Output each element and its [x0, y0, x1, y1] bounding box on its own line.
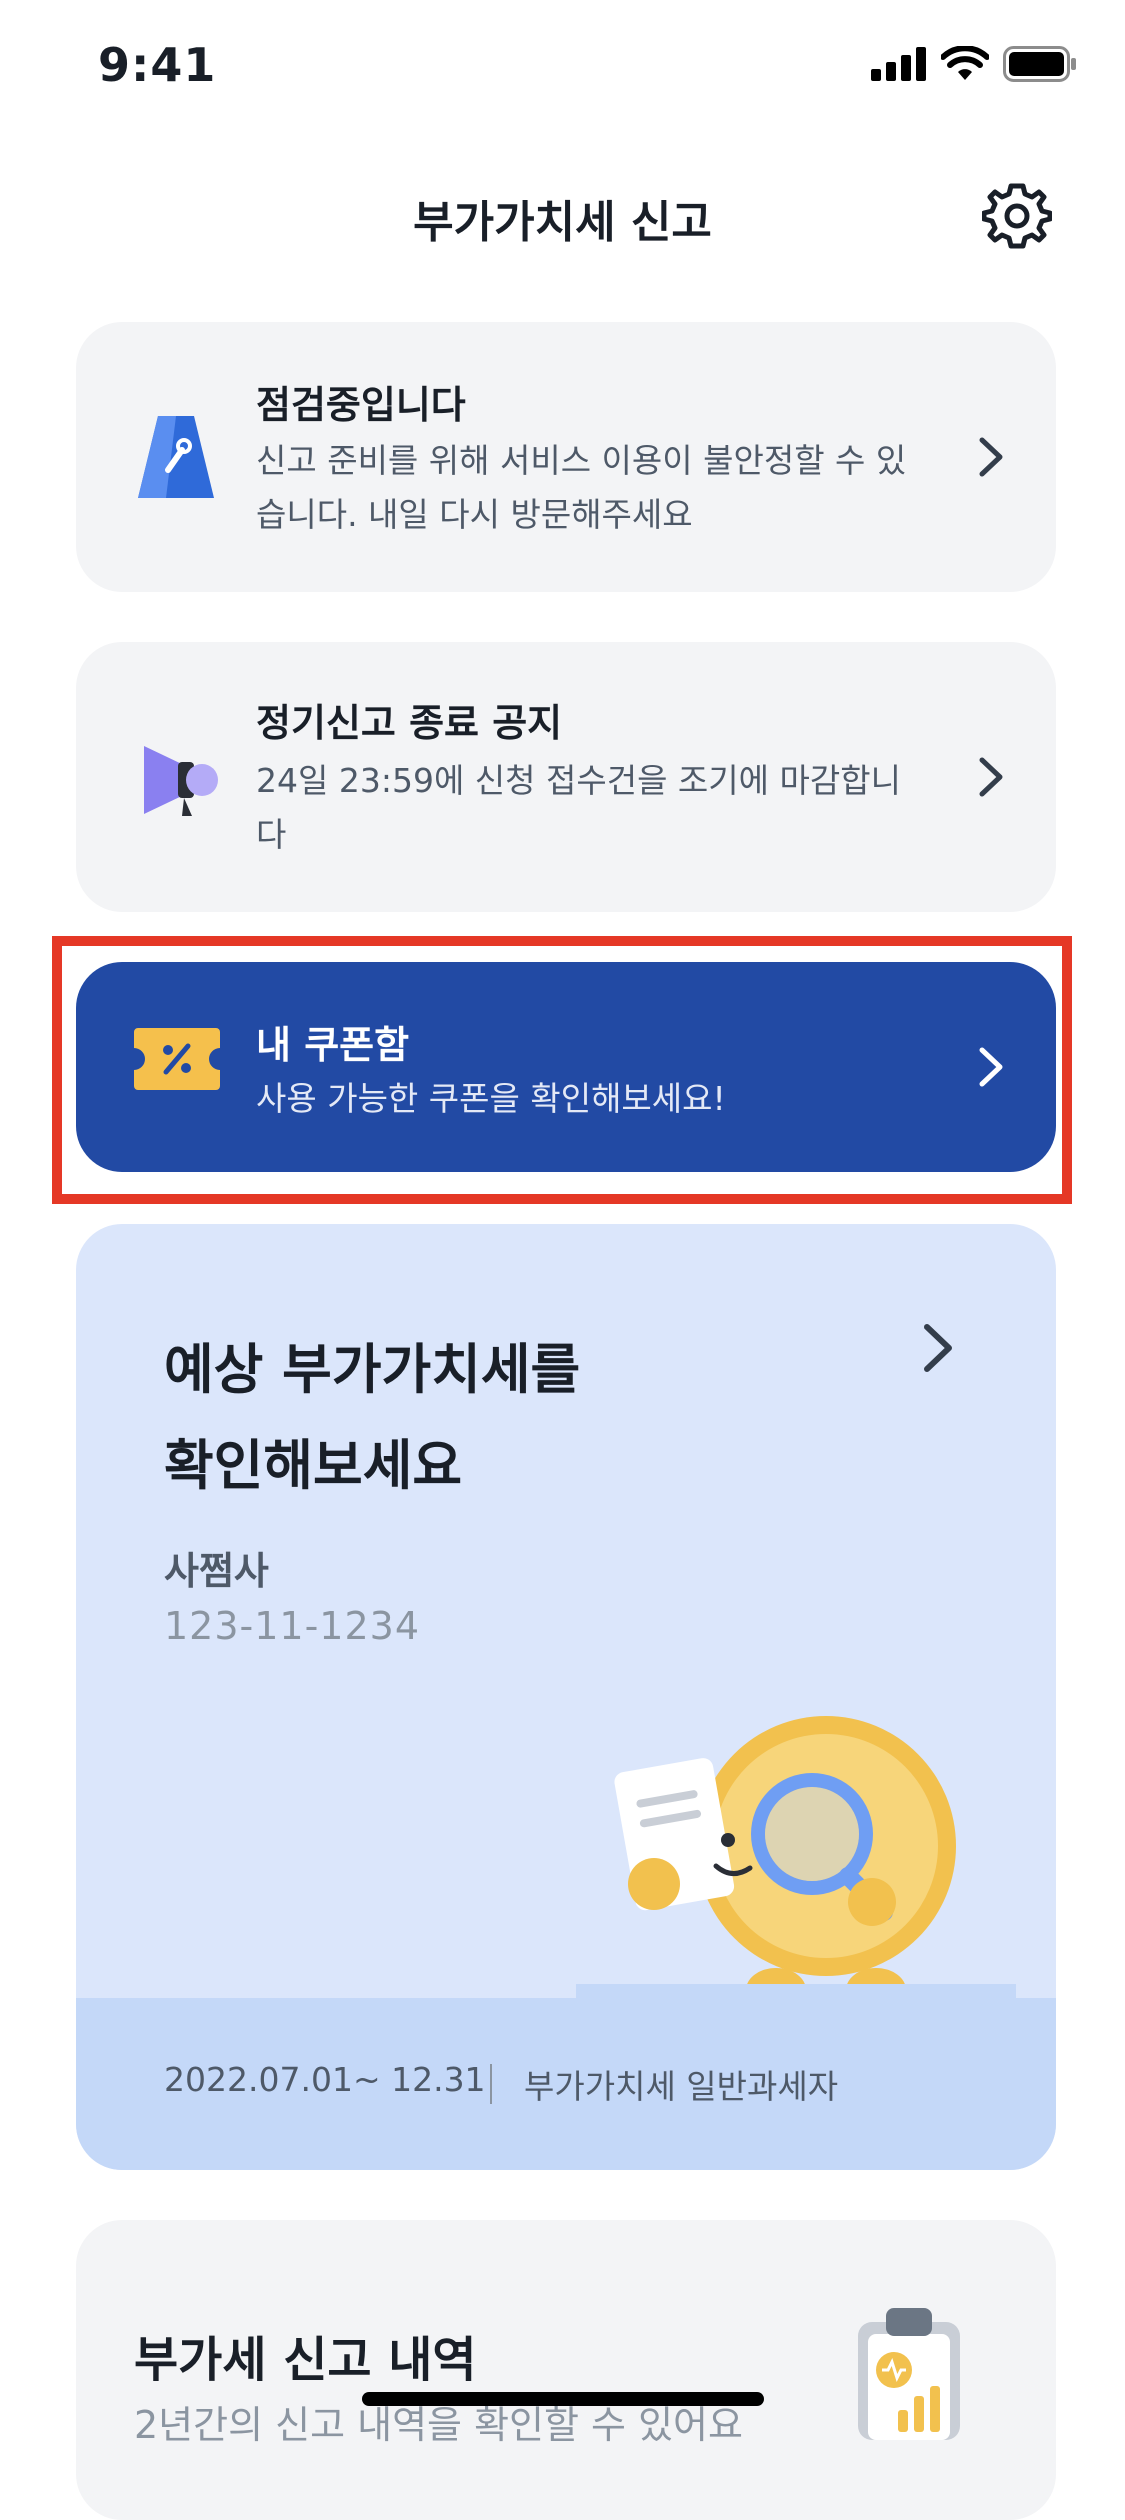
coupon-title: 내 쿠폰함 [256, 1023, 410, 1067]
notice-title: 정기신고 종료 공지 [256, 701, 563, 745]
coupon-ticket-icon [130, 1024, 224, 1098]
maintenance-card[interactable]: 점검중입니다 신고 준비를 위해 서비스 이용이 불안정할 수 있 습니다. 내… [76, 322, 1056, 592]
status-time: 9:41 [98, 38, 217, 92]
estimate-footer: 2022.07.01~ 12.31 부가가치세 일반과세자 [76, 1998, 1056, 2170]
maintenance-description-line1: 신고 준비를 위해 서비스 이용이 불안정할 수 있 [256, 441, 907, 480]
chevron-right-icon [979, 1047, 1003, 1087]
notice-card[interactable]: 정기신고 종료 공지 24일 23:59에 신청 접수건을 조기에 마감합니 다 [76, 642, 1056, 912]
taxpayer-type: 부가가치세 일반과세자 [524, 2067, 839, 2106]
chevron-right-icon [924, 1324, 952, 1372]
notice-description-line2: 다 [256, 815, 287, 854]
cellular-signal-icon [871, 47, 926, 81]
battery-icon [1003, 46, 1076, 82]
estimate-title-line2: 확인해보세요 [164, 1434, 463, 1497]
business-number: 123-11-1234 [164, 1604, 421, 1648]
maintenance-title: 점검중입니다 [256, 383, 466, 427]
gear-icon [981, 183, 1053, 249]
chevron-right-icon [979, 757, 1003, 797]
history-title: 부가세 신고 내역 [134, 2332, 477, 2388]
maintenance-description-line2: 습니다. 내일 다시 방문해주세요 [256, 495, 693, 534]
maintenance-description: 신고 준비를 위해 서비스 이용이 불안정할 수 있 습니다. 내일 다시 방문… [256, 434, 996, 542]
notice-description: 24일 23:59에 신청 접수건을 조기에 마감합니 다 [256, 754, 996, 862]
notice-description-line1: 24일 23:59에 신청 접수건을 조기에 마감합니 [256, 761, 901, 800]
estimate-title: 예상 부가가치세를 확인해보세요 [164, 1322, 580, 1514]
maintenance-sign-icon [136, 412, 216, 506]
coin-character-illustration [576, 1716, 1016, 2004]
clipboard-chart-icon [858, 2308, 960, 2440]
tax-period: 2022.07.01~ 12.31 [164, 2060, 486, 2099]
settings-button[interactable] [981, 180, 1053, 250]
vat-history-card[interactable]: 부가세 신고 내역 2년간의 신고 내역을 확인할 수 있어요 [76, 2220, 1056, 2520]
footer-divider [490, 2064, 492, 2104]
wifi-icon [941, 46, 989, 80]
status-icons [871, 44, 1077, 84]
coupon-description: 사용 가능한 쿠폰을 확인해보세요! [256, 1079, 726, 1118]
company-name: 사쩜사 [164, 1549, 269, 1593]
chevron-right-icon [979, 437, 1003, 477]
estimate-vat-card[interactable]: 예상 부가가치세를 확인해보세요 사쩜사 123-11-1234 2022.07… [76, 1224, 1056, 2170]
page-title: 부가가치세 신고 [413, 197, 712, 248]
home-indicator[interactable] [362, 2392, 764, 2406]
estimate-title-line1: 예상 부가가치세를 [164, 1338, 581, 1401]
megaphone-icon [136, 738, 226, 822]
coupon-card[interactable]: 내 쿠폰함 사용 가능한 쿠폰을 확인해보세요! [76, 962, 1056, 1172]
